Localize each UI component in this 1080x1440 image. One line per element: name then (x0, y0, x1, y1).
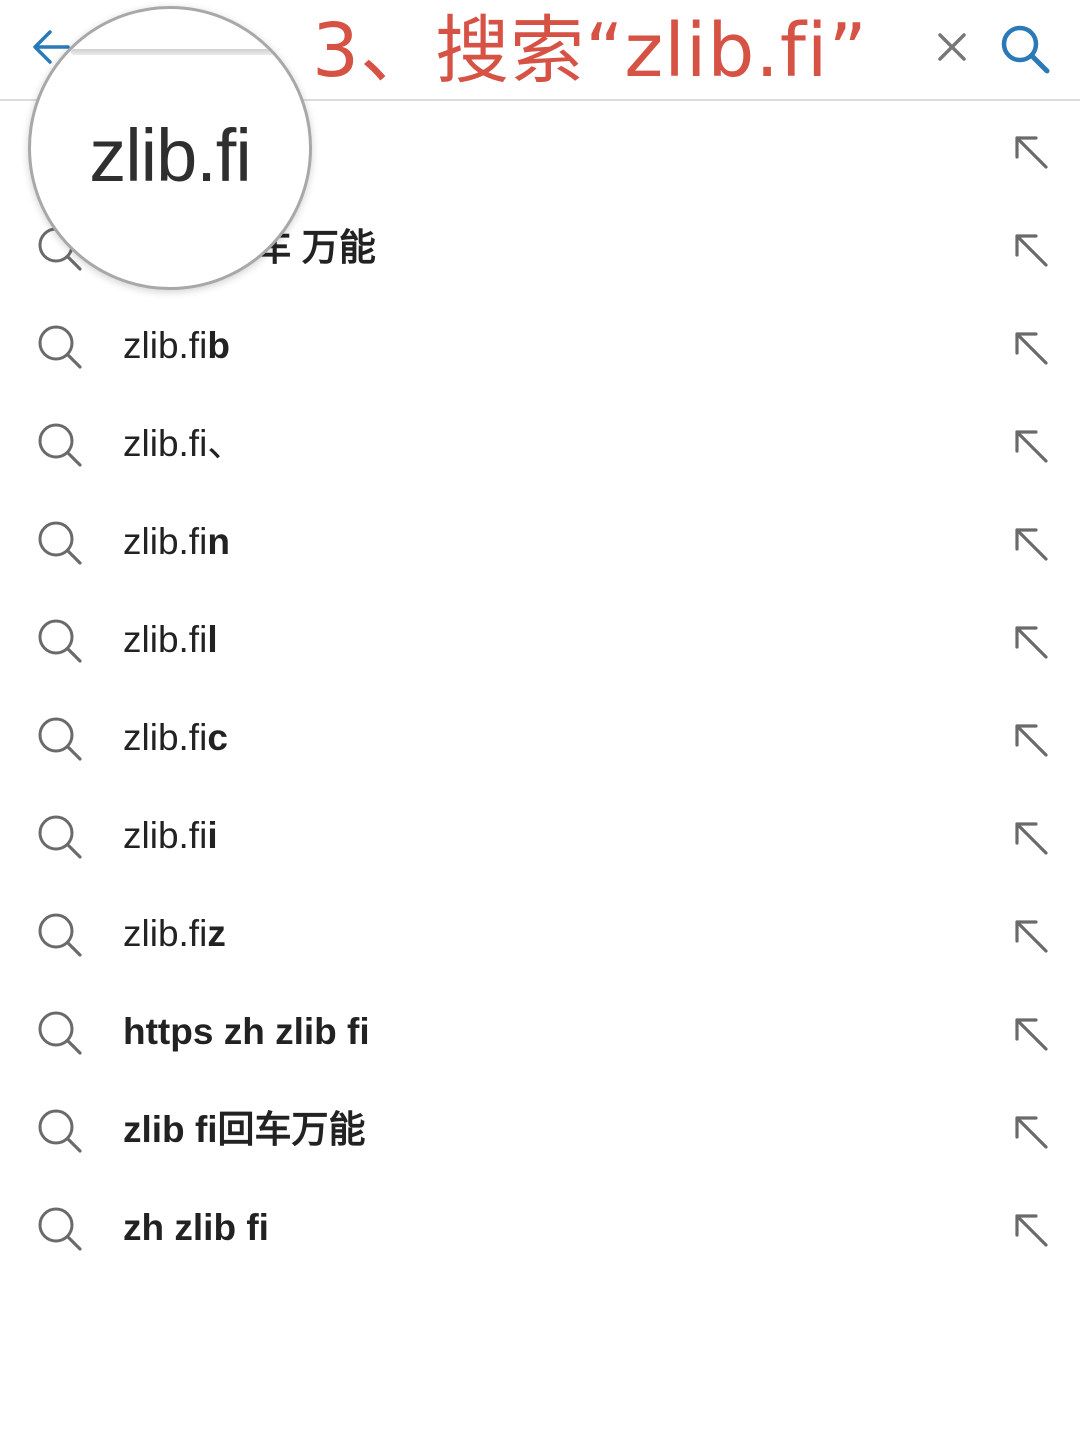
arrow-up-left-icon[interactable] (1008, 815, 1054, 861)
suggestion-item[interactable]: zh zlib fi (0, 1179, 1080, 1277)
arrow-up-left-icon[interactable] (1008, 1109, 1054, 1155)
suggestion-item[interactable]: https zh zlib fi (0, 983, 1080, 1081)
suggestion-text: zlib.fib (123, 297, 230, 395)
search-icon (1001, 25, 1050, 74)
search-icon (38, 1011, 82, 1055)
arrow-up-left-icon[interactable] (1008, 1207, 1054, 1253)
magnified-query: zlib.fi (89, 114, 252, 197)
suggestion-completion-part: n (207, 521, 230, 562)
suggestion-completion-part: i (207, 815, 218, 856)
suggestion-text: zlib.fiz (123, 885, 226, 983)
suggestion-typed-part: zlib.fi (123, 815, 208, 856)
suggestion-typed-part: zlib.fi、 (123, 423, 245, 464)
search-icon (38, 521, 82, 565)
suggestion-item[interactable]: zlib fi回车万能 (0, 1081, 1080, 1179)
suggestion-typed-part: zlib.fi (123, 325, 208, 366)
arrow-up-left-icon[interactable] (1008, 521, 1054, 567)
close-icon (938, 33, 966, 61)
search-icon (38, 325, 82, 369)
search-icon (38, 1207, 82, 1251)
suggestion-completion-part: zh zlib fi (123, 1207, 269, 1248)
suggestion-item[interactable]: zlib.fin (0, 493, 1080, 591)
magnifier-callout: zlib.fi (28, 6, 312, 290)
search-button[interactable] (996, 20, 1054, 78)
suggestion-item[interactable]: zlib.fi、 (0, 395, 1080, 493)
arrow-up-left-icon[interactable] (1008, 913, 1054, 959)
search-icon (38, 913, 82, 957)
search-icon (38, 619, 82, 663)
search-page: zlib.fizlib.fi回车 万能zlib.fibzlib.fi、zlib.… (0, 0, 1080, 1440)
arrow-up-left-icon[interactable] (1008, 227, 1054, 273)
arrow-up-left-icon[interactable] (1008, 129, 1054, 175)
suggestion-item[interactable]: zlib.fil (0, 591, 1080, 689)
search-icon (38, 815, 82, 859)
suggestion-text: zlib.fil (123, 591, 218, 689)
arrow-up-left-icon[interactable] (1008, 423, 1054, 469)
suggestion-text: zlib.fi、 (123, 395, 244, 493)
suggestion-typed-part: zlib.fi (123, 913, 208, 954)
arrow-up-left-icon[interactable] (1008, 717, 1054, 763)
suggestion-completion-part: z (207, 913, 226, 954)
suggestion-item[interactable]: zlib.fic (0, 689, 1080, 787)
suggestion-typed-part: zlib.fi (123, 521, 208, 562)
suggestion-item[interactable]: zlib.fiz (0, 885, 1080, 983)
suggestion-completion-part: c (207, 717, 228, 758)
suggestion-item[interactable]: zlib.fib (0, 297, 1080, 395)
suggestion-completion-part: l (207, 619, 218, 660)
suggestion-typed-part: zlib.fi (123, 717, 208, 758)
search-icon (38, 717, 82, 761)
suggestion-text: zlib.fic (123, 689, 228, 787)
arrow-up-left-icon[interactable] (1008, 1011, 1054, 1057)
suggestion-completion-part: https zh zlib fi (123, 1011, 370, 1052)
suggestion-item[interactable]: zlib.fii (0, 787, 1080, 885)
search-icon (38, 1109, 82, 1153)
suggestion-text: https zh zlib fi (123, 983, 370, 1081)
suggestion-text: zh zlib fi (123, 1179, 269, 1277)
search-icon (38, 423, 82, 467)
arrow-up-left-icon[interactable] (1008, 619, 1054, 665)
suggestion-text: zlib.fii (123, 787, 218, 885)
suggestion-text: zlib fi回车万能 (123, 1081, 366, 1179)
arrow-up-left-icon[interactable] (1008, 325, 1054, 371)
instruction-overlay: 3、搜索“zlib.fi” (312, 8, 868, 94)
suggestion-completion-part: b (207, 325, 230, 366)
suggestion-typed-part: zlib.fi (123, 619, 208, 660)
magnified-input-edge (71, 49, 281, 55)
clear-button[interactable] (930, 25, 974, 69)
suggestion-text: zlib.fin (123, 493, 230, 591)
suggestion-completion-part: zlib fi回车万能 (123, 1109, 366, 1150)
